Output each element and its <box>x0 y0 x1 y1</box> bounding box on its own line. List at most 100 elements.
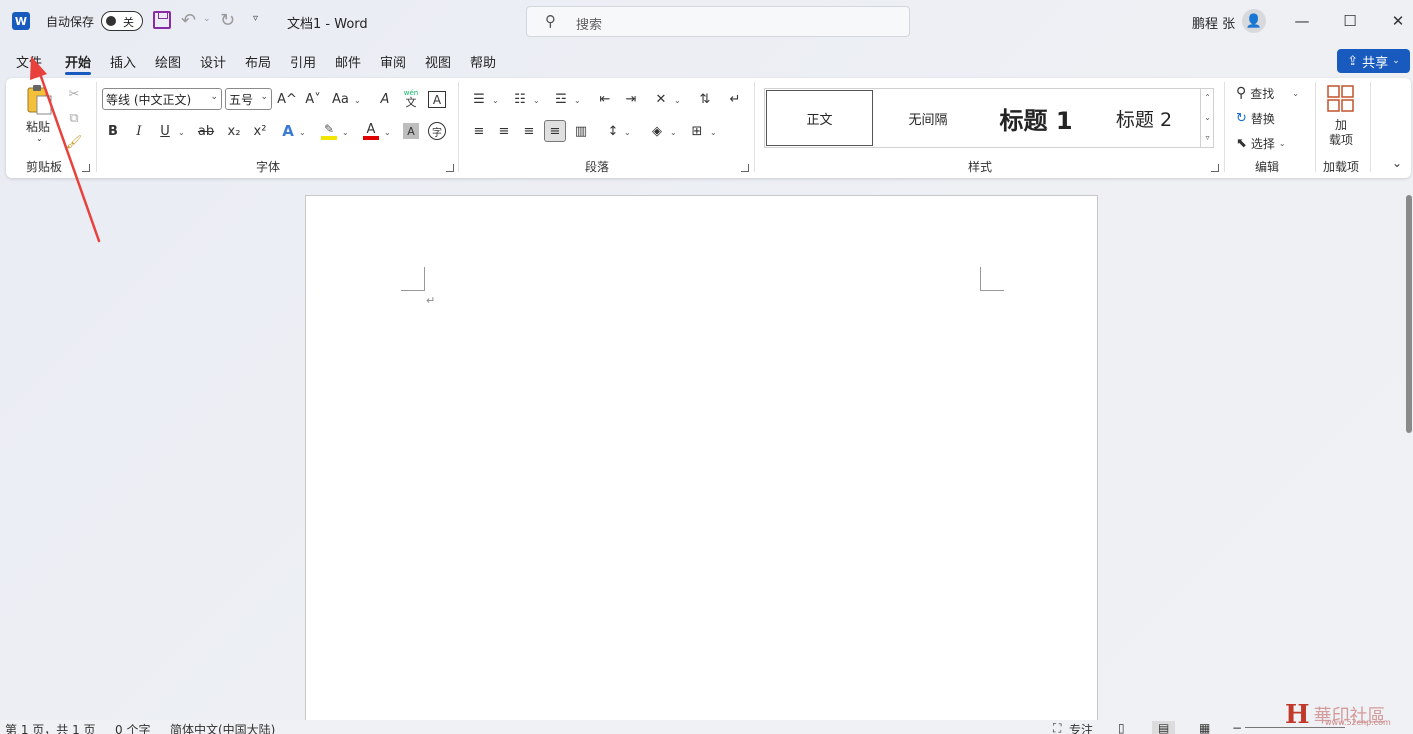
copy-icon[interactable]: ⧉ <box>63 107 85 129</box>
paste-dropdown-icon[interactable]: ⌄ <box>36 134 43 143</box>
undo-dropdown-icon[interactable]: ⌄ <box>203 14 211 24</box>
tab-design[interactable]: 设计 <box>200 52 226 71</box>
sort-icon[interactable]: ⇅ <box>694 88 716 110</box>
tab-home[interactable]: 开始 <box>65 52 92 75</box>
chevron-down-icon[interactable]: ⌄ <box>674 96 681 105</box>
user-name[interactable]: 鹏程 张 <box>1192 13 1235 32</box>
superscript-button[interactable]: x² <box>249 120 271 142</box>
multilevel-list-icon[interactable]: ☲ <box>550 88 572 110</box>
borders-icon[interactable]: ⊞ <box>686 120 708 142</box>
character-shading-icon[interactable]: A <box>403 123 419 139</box>
print-layout-icon[interactable]: ▤ <box>1152 721 1176 734</box>
increase-indent-icon[interactable]: ⇥ <box>620 88 642 110</box>
tab-insert[interactable]: 插入 <box>110 52 136 71</box>
style-heading-1[interactable]: 标题 1 <box>983 90 1089 146</box>
asian-layout-icon[interactable]: ✕ <box>650 88 672 110</box>
tab-review[interactable]: 审阅 <box>380 52 406 71</box>
chevron-up-icon[interactable]: ⌃ <box>1201 88 1214 108</box>
style-no-spacing[interactable]: 无间隔 <box>875 90 981 146</box>
close-icon[interactable]: ✕ <box>1387 10 1409 32</box>
font-launcher-icon[interactable] <box>446 164 454 172</box>
undo-icon[interactable]: ↶ <box>181 10 196 31</box>
font-size-select[interactable]: 五号 ⌄ <box>225 88 272 110</box>
format-painter-icon[interactable]: 🖌 <box>63 131 85 153</box>
style-heading-2[interactable]: 标题 2 <box>1091 90 1197 146</box>
font-color-icon[interactable]: A <box>360 120 382 142</box>
cut-icon[interactable]: ✂ <box>63 83 85 105</box>
justify-icon[interactable]: ≡ <box>544 120 566 142</box>
select-button[interactable]: ⬉ 选择 ⌄ <box>1236 133 1286 153</box>
chevron-down-icon[interactable]: ⌄ <box>299 128 306 137</box>
tab-draw[interactable]: 绘图 <box>155 52 181 71</box>
search-input[interactable]: ⚲ 搜索 <box>526 6 910 37</box>
vertical-scrollbar[interactable] <box>1406 195 1412 433</box>
document-page[interactable]: ↵ <box>305 195 1098 734</box>
tab-help[interactable]: 帮助 <box>470 52 496 71</box>
redo-icon[interactable]: ↻ <box>220 10 235 31</box>
addins-icon[interactable] <box>1326 84 1356 114</box>
maximize-icon[interactable]: ☐ <box>1339 10 1361 32</box>
collapse-ribbon-icon[interactable]: ⌄ <box>1392 156 1402 170</box>
decrease-indent-icon[interactable]: ⇤ <box>594 88 616 110</box>
change-case-icon[interactable]: Aa <box>332 92 349 107</box>
highlight-icon[interactable]: ✎ <box>318 120 340 142</box>
read-mode-icon[interactable]: ▯ <box>1118 721 1125 734</box>
avatar-icon[interactable]: 👤 <box>1242 9 1266 33</box>
web-layout-icon[interactable]: ▦ <box>1199 721 1210 734</box>
clear-formatting-icon[interactable]: A <box>374 88 396 110</box>
paragraph-launcher-icon[interactable] <box>741 164 749 172</box>
chevron-down-icon[interactable]: ⌄ <box>354 96 361 105</box>
enclose-characters-icon[interactable]: 字 <box>428 122 446 140</box>
focus-button[interactable]: 专注 <box>1069 721 1093 734</box>
more-styles-icon[interactable]: ▿ <box>1201 128 1214 148</box>
language-status[interactable]: 简体中文(中国大陆) <box>170 721 275 734</box>
tab-file[interactable]: 文件 <box>16 52 42 71</box>
character-border-icon[interactable]: A <box>428 91 446 108</box>
chevron-down-icon[interactable]: ⌄ <box>1201 108 1214 128</box>
tab-references[interactable]: 引用 <box>290 52 316 71</box>
phonetic-guide-icon[interactable]: wén 文 <box>401 87 421 111</box>
align-center-icon[interactable]: ≡ <box>493 120 515 142</box>
underline-button[interactable]: U <box>154 120 176 142</box>
share-button[interactable]: ⇪ 共享 ⌄ <box>1337 49 1410 73</box>
font-name-select[interactable]: 等线 (中文正文) ⌄ <box>102 88 222 110</box>
tab-layout[interactable]: 布局 <box>245 52 271 71</box>
chevron-down-icon[interactable]: ⌄ <box>492 96 499 105</box>
focus-icon[interactable]: ⛶ <box>1053 721 1061 734</box>
word-count[interactable]: 0 个字 <box>115 721 150 734</box>
tab-view[interactable]: 视图 <box>425 52 451 71</box>
paste-button[interactable]: 粘贴 <box>26 118 50 135</box>
find-button[interactable]: ⚲ 查找 ⌄ <box>1236 83 1299 103</box>
distributed-icon[interactable]: ▥ <box>570 120 592 142</box>
align-right-icon[interactable]: ≡ <box>518 120 540 142</box>
styles-launcher-icon[interactable] <box>1211 164 1219 172</box>
shrink-font-icon[interactable]: A˅ <box>302 88 324 110</box>
addins-button[interactable]: 加 载项 <box>1320 118 1362 148</box>
paste-icon[interactable] <box>24 84 54 116</box>
minimize-icon[interactable]: — <box>1291 10 1313 32</box>
paragraph-shading-icon[interactable]: ◈ <box>646 120 668 142</box>
chevron-down-icon[interactable]: ⌄ <box>710 128 717 137</box>
chevron-down-icon[interactable]: ⌄ <box>670 128 677 137</box>
zoom-out-icon[interactable]: − <box>1232 721 1242 734</box>
italic-button[interactable]: I <box>128 120 150 142</box>
chevron-down-icon[interactable]: ⌄ <box>574 96 581 105</box>
bullets-icon[interactable]: ☰ <box>468 88 490 110</box>
chevron-down-icon[interactable]: ⌄ <box>533 96 540 105</box>
autosave-toggle[interactable]: 关 <box>101 11 143 31</box>
chevron-down-icon[interactable]: ⌄ <box>178 128 185 137</box>
style-normal[interactable]: 正文 <box>766 90 873 146</box>
page-count[interactable]: 第 1 页，共 1 页 <box>5 721 96 734</box>
replace-button[interactable]: ↻ 替换 <box>1236 108 1275 128</box>
subscript-button[interactable]: x₂ <box>223 120 245 142</box>
line-spacing-icon[interactable]: ↕ <box>602 120 624 142</box>
clipboard-launcher-icon[interactable] <box>82 164 90 172</box>
tab-mailings[interactable]: 邮件 <box>335 52 361 71</box>
align-left-icon[interactable]: ≡ <box>468 120 490 142</box>
show-marks-icon[interactable]: ↵ <box>724 88 746 110</box>
chevron-down-icon[interactable]: ⌄ <box>384 128 391 137</box>
strikethrough-button[interactable]: ab <box>195 120 217 142</box>
chevron-down-icon[interactable]: ⌄ <box>342 128 349 137</box>
chevron-down-icon[interactable]: ⌄ <box>624 128 631 137</box>
save-icon[interactable] <box>153 11 171 29</box>
